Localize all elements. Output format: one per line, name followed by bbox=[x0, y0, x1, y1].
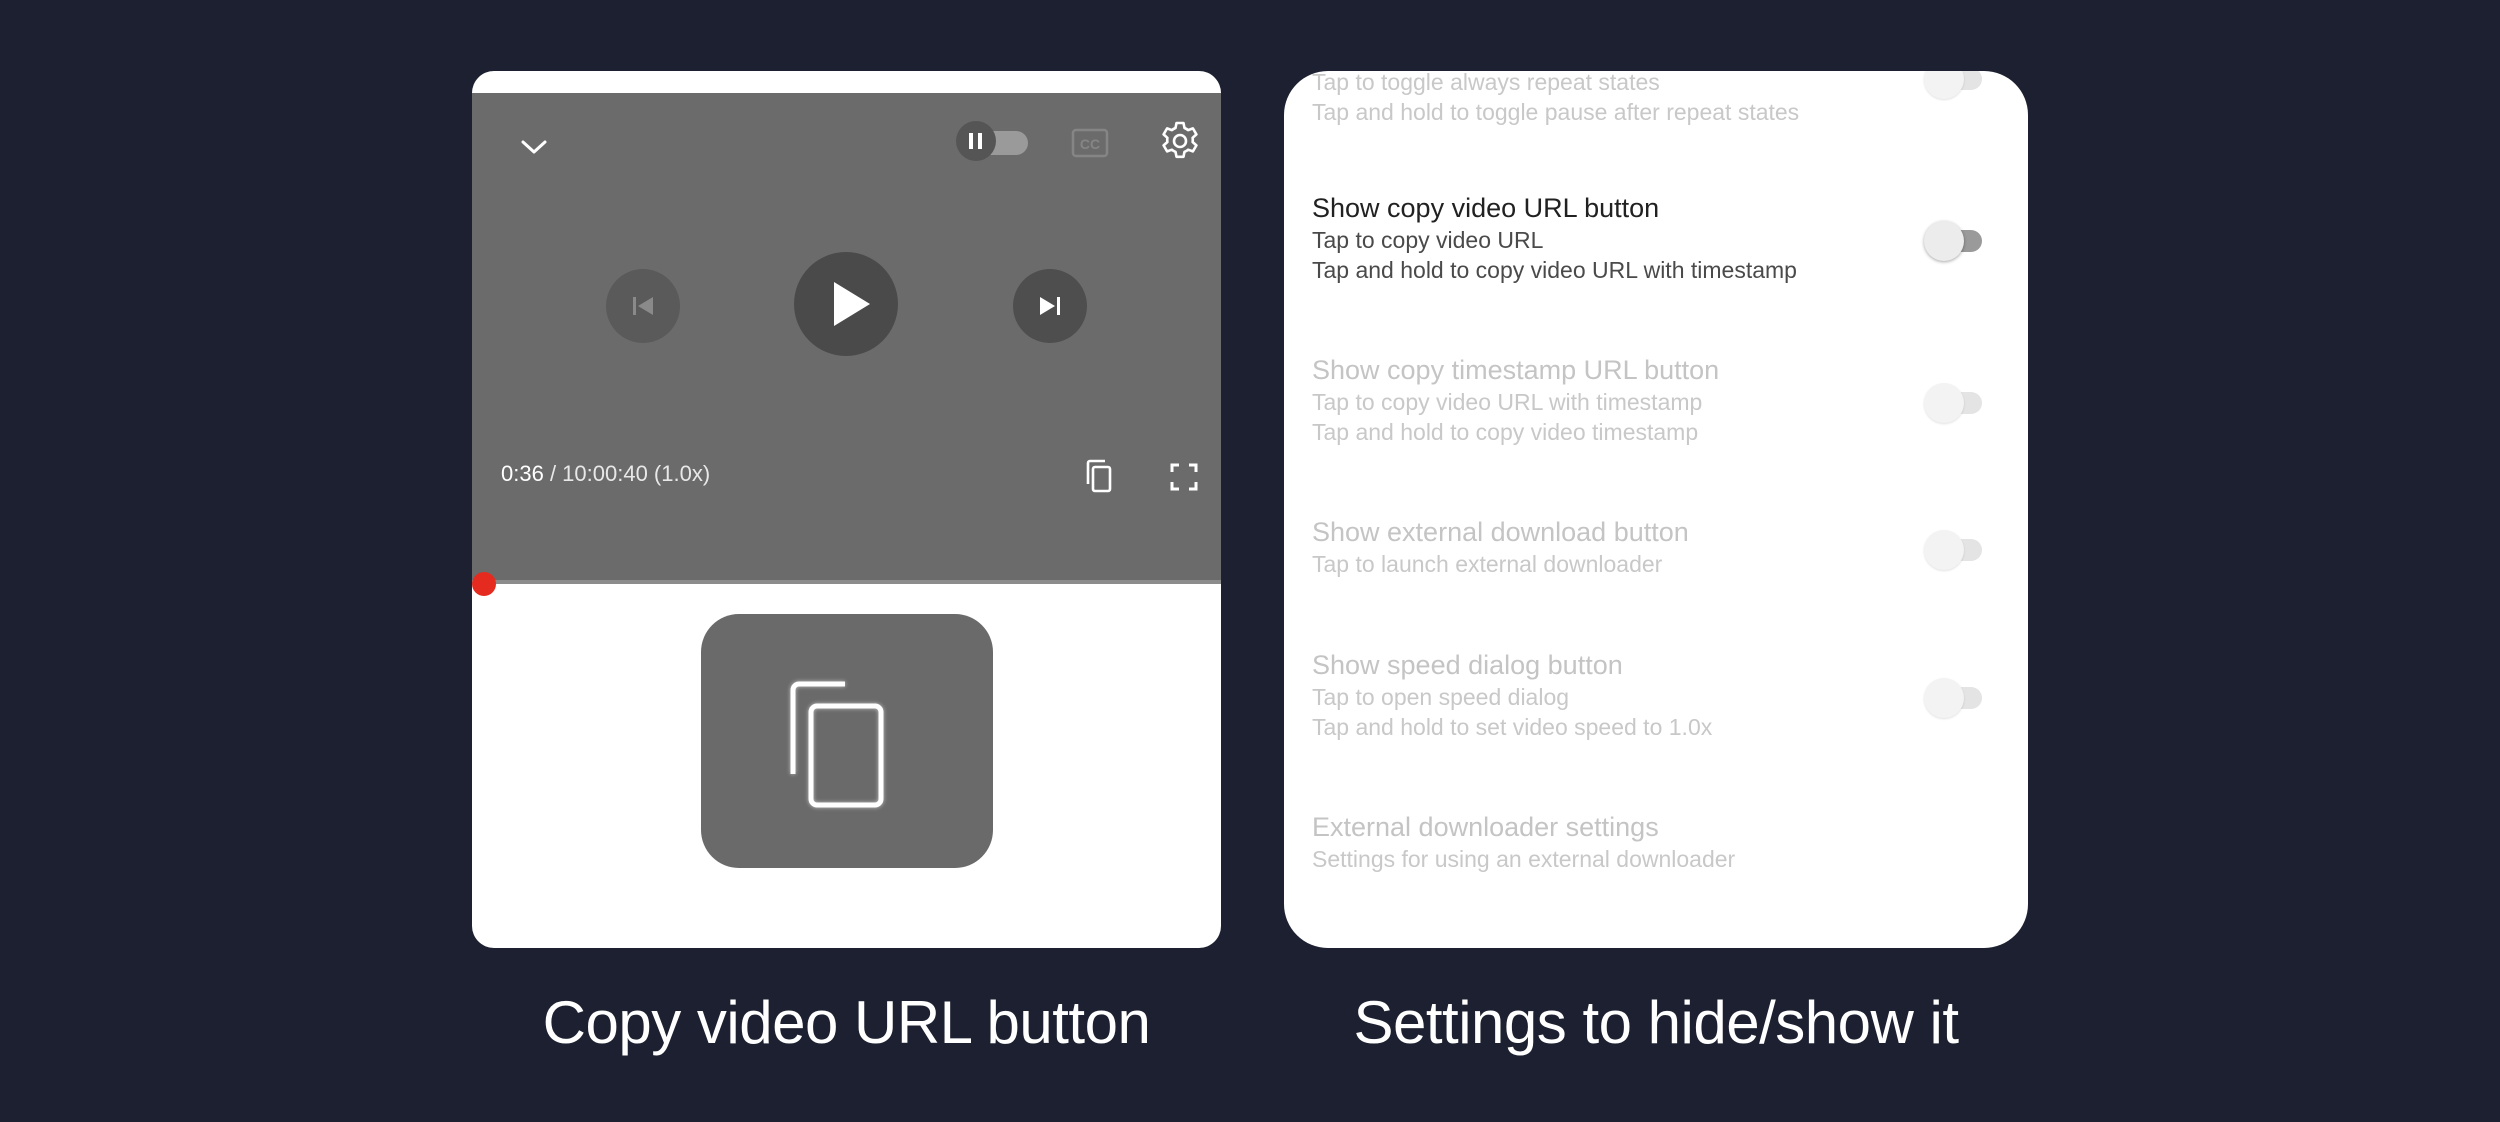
setting-title: External downloader settings bbox=[1312, 812, 1659, 842]
setting-repeat-partial[interactable]: Tap to toggle always repeat states Tap a… bbox=[1312, 71, 1932, 127]
caption-left: Copy video URL button bbox=[542, 989, 1151, 1056]
setting-desc: Settings for using an external downloade… bbox=[1312, 846, 1736, 872]
pause-toggle-icon[interactable] bbox=[956, 121, 1032, 165]
svg-text:CC: CC bbox=[1080, 136, 1100, 152]
setting-desc: Tap and hold to copy video URL with time… bbox=[1312, 257, 1797, 283]
fullscreen-icon[interactable] bbox=[1160, 453, 1208, 501]
setting-copy-video-url[interactable]: Show copy video URL button Tap to copy v… bbox=[1312, 191, 1932, 285]
copy-url-highlight bbox=[701, 614, 993, 868]
next-button[interactable] bbox=[1013, 269, 1087, 343]
setting-desc: Tap to copy video URL bbox=[1312, 227, 1544, 253]
setting-desc: Tap to open speed dialog bbox=[1312, 684, 1570, 710]
setting-external-downloader[interactable]: External downloader settings Settings fo… bbox=[1312, 810, 1932, 874]
previous-button[interactable] bbox=[606, 269, 680, 343]
setting-external-download[interactable]: Show external download button Tap to lau… bbox=[1312, 515, 1932, 579]
setting-desc: Tap to launch external downloader bbox=[1312, 551, 1663, 577]
setting-title: Show external download button bbox=[1312, 517, 1689, 547]
setting-speed-dialog[interactable]: Show speed dialog button Tap to open spe… bbox=[1312, 648, 1932, 742]
duration-and-speed: / 10:00:40 (1.0x) bbox=[543, 461, 711, 486]
chevron-down-icon[interactable] bbox=[506, 119, 562, 175]
repeat-toggle[interactable] bbox=[1924, 71, 1986, 99]
video-player[interactable]: CC 0:36 / 10:00:40 (1.0x) bbox=[472, 93, 1221, 596]
copy-video-url-toggle[interactable] bbox=[1924, 221, 1986, 261]
play-icon bbox=[834, 282, 870, 326]
player-preview-panel: CC 0:36 / 10:00:40 (1.0x) bbox=[472, 71, 1221, 948]
setting-desc: Tap and hold to toggle pause after repea… bbox=[1312, 99, 1800, 125]
skip-next-icon bbox=[1040, 297, 1060, 315]
setting-title: Show copy timestamp URL button bbox=[1312, 355, 1720, 385]
setting-copy-timestamp-url[interactable]: Show copy timestamp URL button Tap to co… bbox=[1312, 353, 1932, 447]
setting-desc: Tap to copy video URL with timestamp bbox=[1312, 389, 1703, 415]
speed-dialog-toggle[interactable] bbox=[1924, 678, 1986, 718]
time-display: 0:36 / 10:00:40 (1.0x) bbox=[501, 461, 710, 487]
setting-title: Show copy video URL button bbox=[1312, 193, 1660, 223]
copy-icon bbox=[790, 681, 884, 808]
setting-desc: Tap and hold to copy video timestamp bbox=[1312, 419, 1699, 445]
progress-bar[interactable] bbox=[472, 580, 1221, 584]
play-button[interactable] bbox=[794, 252, 898, 356]
setting-desc: Tap to toggle always repeat states bbox=[1312, 71, 1660, 95]
copy-timestamp-url-toggle[interactable] bbox=[1924, 383, 1986, 423]
closed-captions-icon[interactable]: CC bbox=[1068, 123, 1112, 163]
settings-panel: Tap to toggle always repeat states Tap a… bbox=[1284, 71, 2028, 948]
setting-desc: Tap and hold to set video speed to 1.0x bbox=[1312, 714, 1713, 740]
gear-icon[interactable] bbox=[1152, 113, 1208, 169]
progress-scrubber[interactable] bbox=[472, 572, 496, 596]
setting-title: Show speed dialog button bbox=[1312, 650, 1623, 680]
current-time: 0:36 bbox=[501, 461, 544, 486]
caption-right: Settings to hide/show it bbox=[1353, 989, 1959, 1056]
skip-previous-icon bbox=[633, 297, 653, 315]
external-download-toggle[interactable] bbox=[1924, 530, 1986, 570]
copy-icon[interactable] bbox=[1076, 453, 1124, 501]
